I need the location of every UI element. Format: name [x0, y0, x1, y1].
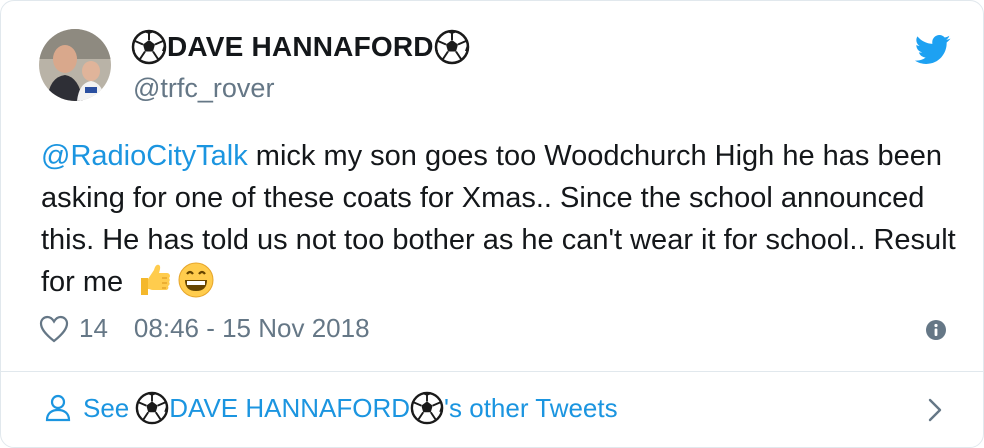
soccer-ball-icon — [434, 29, 469, 65]
twitter-bird-icon[interactable] — [915, 35, 951, 65]
heart-icon[interactable] — [39, 315, 69, 343]
display-name-text: DAVE HANNAFORD — [167, 31, 434, 62]
thumbs-up-icon — [141, 264, 171, 295]
chevron-right-icon[interactable] — [927, 397, 943, 423]
see-label: See — [83, 392, 130, 423]
divider — [1, 371, 983, 372]
info-icon[interactable] — [925, 319, 947, 341]
see-other-tweets-link[interactable]: See DAVE HANNAFORD 's other Tweets — [45, 391, 618, 425]
like-count[interactable]: 14 — [79, 313, 108, 344]
grinning-face-icon — [178, 262, 214, 298]
tweet-meta: 14 08:46 - 15 Nov 2018 — [39, 313, 370, 344]
tweet-card: DAVE HANNAFORD @trfc_rover @RadioCityTal… — [0, 0, 984, 448]
footer-suffix: 's other Tweets — [444, 392, 618, 423]
mention-link[interactable]: @RadioCityTalk — [41, 140, 248, 172]
tweet-text: @RadioCityTalk mick my son goes too Wood… — [41, 135, 961, 303]
soccer-ball-icon — [135, 391, 169, 425]
soccer-ball-icon — [131, 29, 167, 65]
soccer-ball-icon — [410, 391, 444, 425]
footer-name: DAVE HANNAFORD — [169, 392, 411, 423]
display-name[interactable]: DAVE HANNAFORD — [131, 29, 470, 65]
user-handle[interactable]: @trfc_rover — [133, 73, 274, 104]
avatar[interactable] — [39, 29, 111, 101]
person-icon — [45, 394, 71, 422]
timestamp[interactable]: 08:46 - 15 Nov 2018 — [134, 313, 370, 344]
